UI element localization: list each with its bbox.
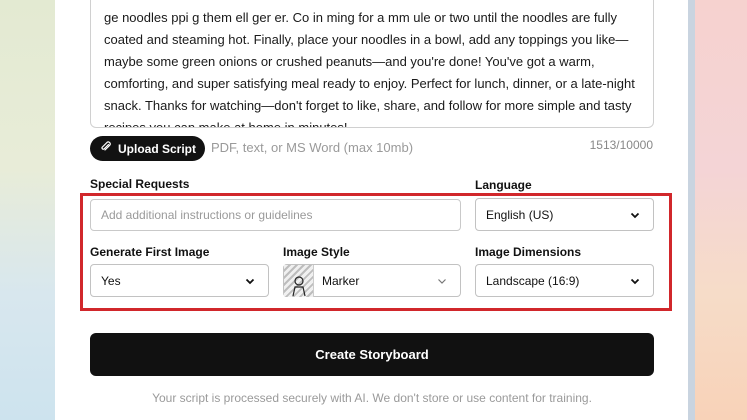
first-image-label: Generate First Image [90, 245, 210, 259]
upload-hint: PDF, text, or MS Word (max 10mb) [211, 140, 414, 155]
image-style-current: Marker [284, 264, 360, 297]
left-background [0, 0, 55, 420]
character-count: 1513/10000 [589, 138, 653, 152]
first-image-select[interactable]: Yes [90, 264, 269, 297]
script-textarea[interactable]: ge noodles ppi g them ell ger er. Co in … [90, 0, 654, 128]
upload-script-button[interactable]: Upload Script [90, 136, 205, 161]
paperclip-icon [100, 141, 112, 156]
language-value: English (US) [486, 207, 554, 222]
image-dimensions-select[interactable]: Landscape (16:9) [475, 264, 654, 297]
chevron-down-icon [436, 275, 448, 287]
create-storyboard-label: Create Storyboard [315, 347, 429, 362]
chevron-down-icon [244, 275, 256, 287]
image-style-value: Marker [322, 273, 360, 288]
right-background [695, 0, 747, 420]
script-text: ge noodles ppi g them ell ger er. Co in … [104, 10, 635, 128]
special-requests-input[interactable]: Add additional instructions or guideline… [90, 199, 461, 231]
create-storyboard-button[interactable]: Create Storyboard [90, 333, 654, 376]
privacy-note: Your script is processed securely with A… [152, 391, 592, 405]
first-image-value: Yes [101, 273, 121, 288]
special-requests-placeholder: Add additional instructions or guideline… [101, 208, 313, 222]
language-label: Language [475, 178, 532, 192]
chevron-down-icon [629, 275, 641, 287]
upload-script-label: Upload Script [118, 141, 197, 156]
chevron-down-icon [629, 209, 641, 221]
image-dimensions-label: Image Dimensions [475, 245, 582, 259]
image-style-label: Image Style [283, 245, 350, 259]
marker-style-thumbnail [284, 264, 314, 297]
storyboard-form-card: ge noodles ppi g them ell ger er. Co in … [55, 0, 688, 420]
image-dimensions-value: Landscape (16:9) [486, 273, 580, 288]
special-requests-label: Special Requests [90, 177, 190, 191]
image-style-select[interactable]: Marker [283, 264, 461, 297]
language-select[interactable]: English (US) [475, 198, 654, 231]
